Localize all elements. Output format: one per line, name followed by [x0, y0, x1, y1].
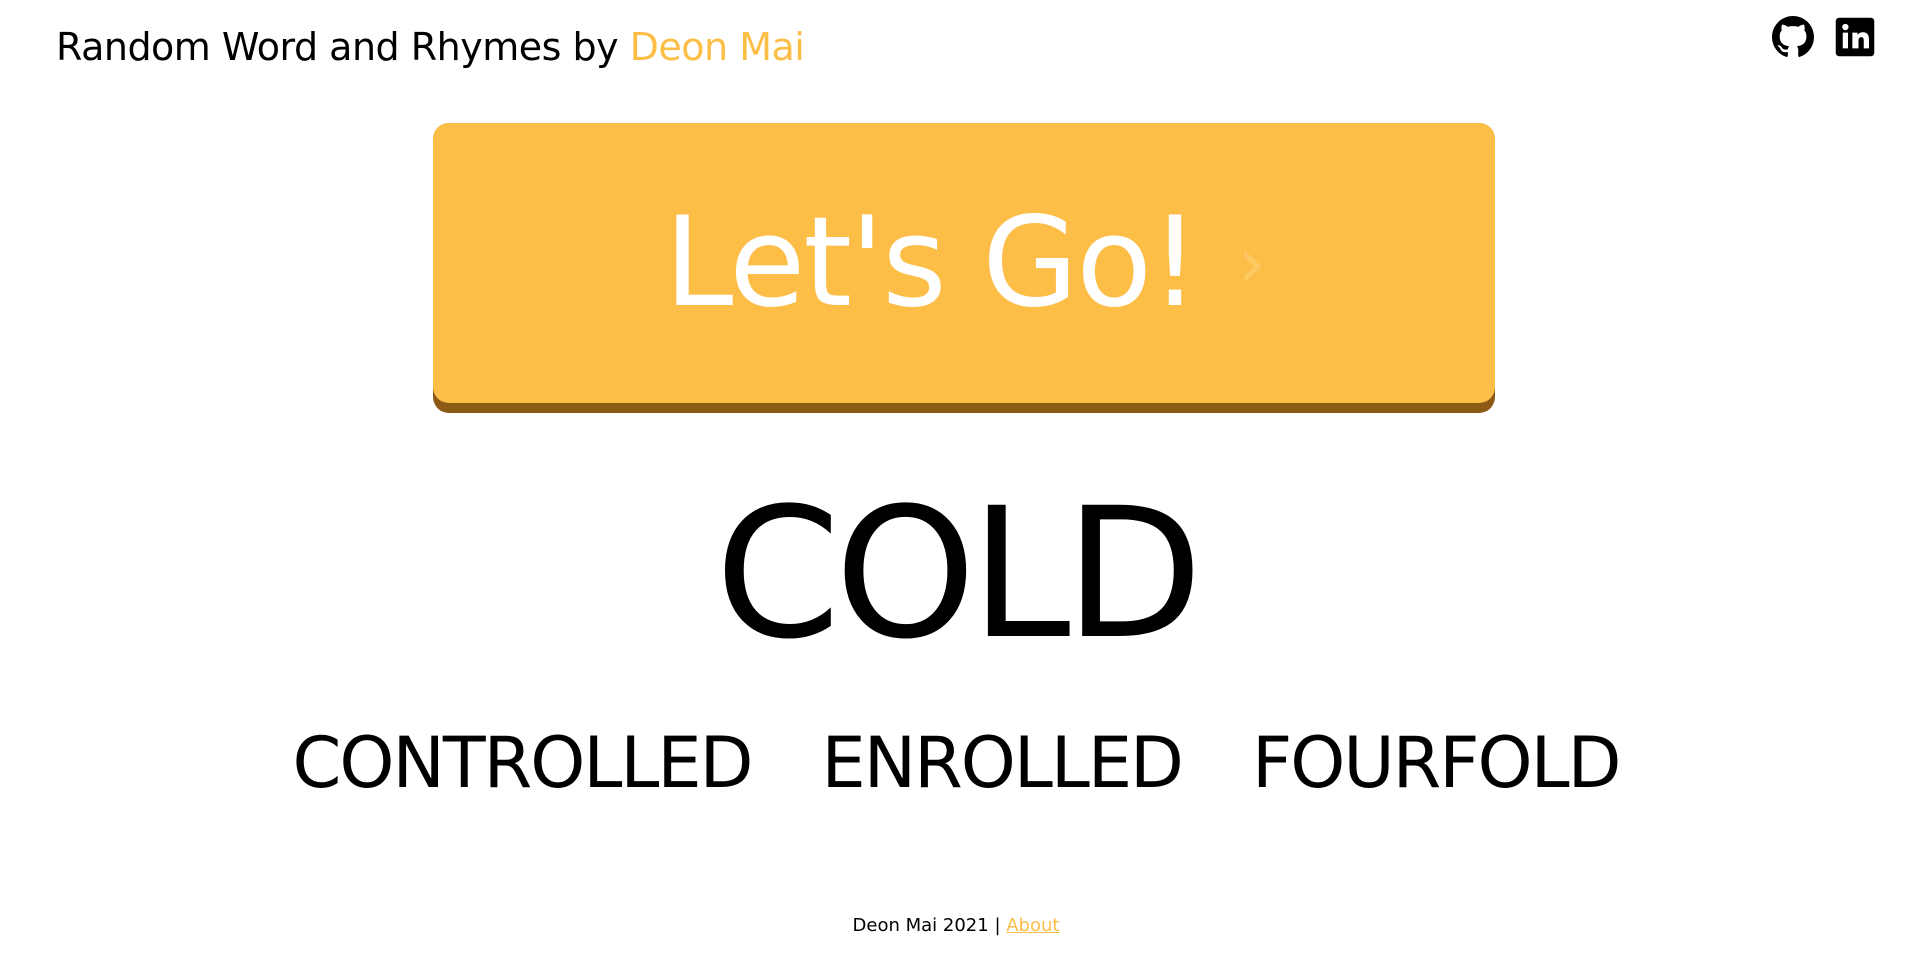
- github-icon: [1772, 16, 1814, 58]
- linkedin-icon: [1834, 16, 1876, 58]
- rhymes-list: CONTROLLED ENROLLED FOURFOLD: [0, 718, 1912, 808]
- rhyme-word: ENROLLED: [821, 722, 1184, 804]
- linkedin-link[interactable]: [1834, 16, 1876, 58]
- lets-go-label: Let's Go!: [664, 191, 1200, 335]
- go-button-shadow: Let's Go! ›: [433, 123, 1495, 413]
- site-title: Random Word and Rhymes by Deon Mai: [56, 20, 805, 74]
- lets-go-button[interactable]: Let's Go! ›: [433, 123, 1495, 403]
- rhyme-word: FOURFOLD: [1251, 722, 1621, 804]
- site-title-prefix: Random Word and Rhymes by: [56, 25, 630, 69]
- chevron-right-icon: ›: [1237, 222, 1266, 304]
- footer: Deon Mai 2021 | About: [0, 913, 1912, 939]
- rhyme-word: CONTROLLED: [292, 722, 754, 804]
- github-link[interactable]: [1772, 16, 1814, 58]
- about-link[interactable]: About: [1006, 915, 1059, 936]
- social-links: [1772, 16, 1876, 58]
- footer-text: Deon Mai 2021 |: [852, 915, 1007, 936]
- random-word: COLD: [714, 470, 1203, 679]
- site-title-author: Deon Mai: [629, 25, 805, 69]
